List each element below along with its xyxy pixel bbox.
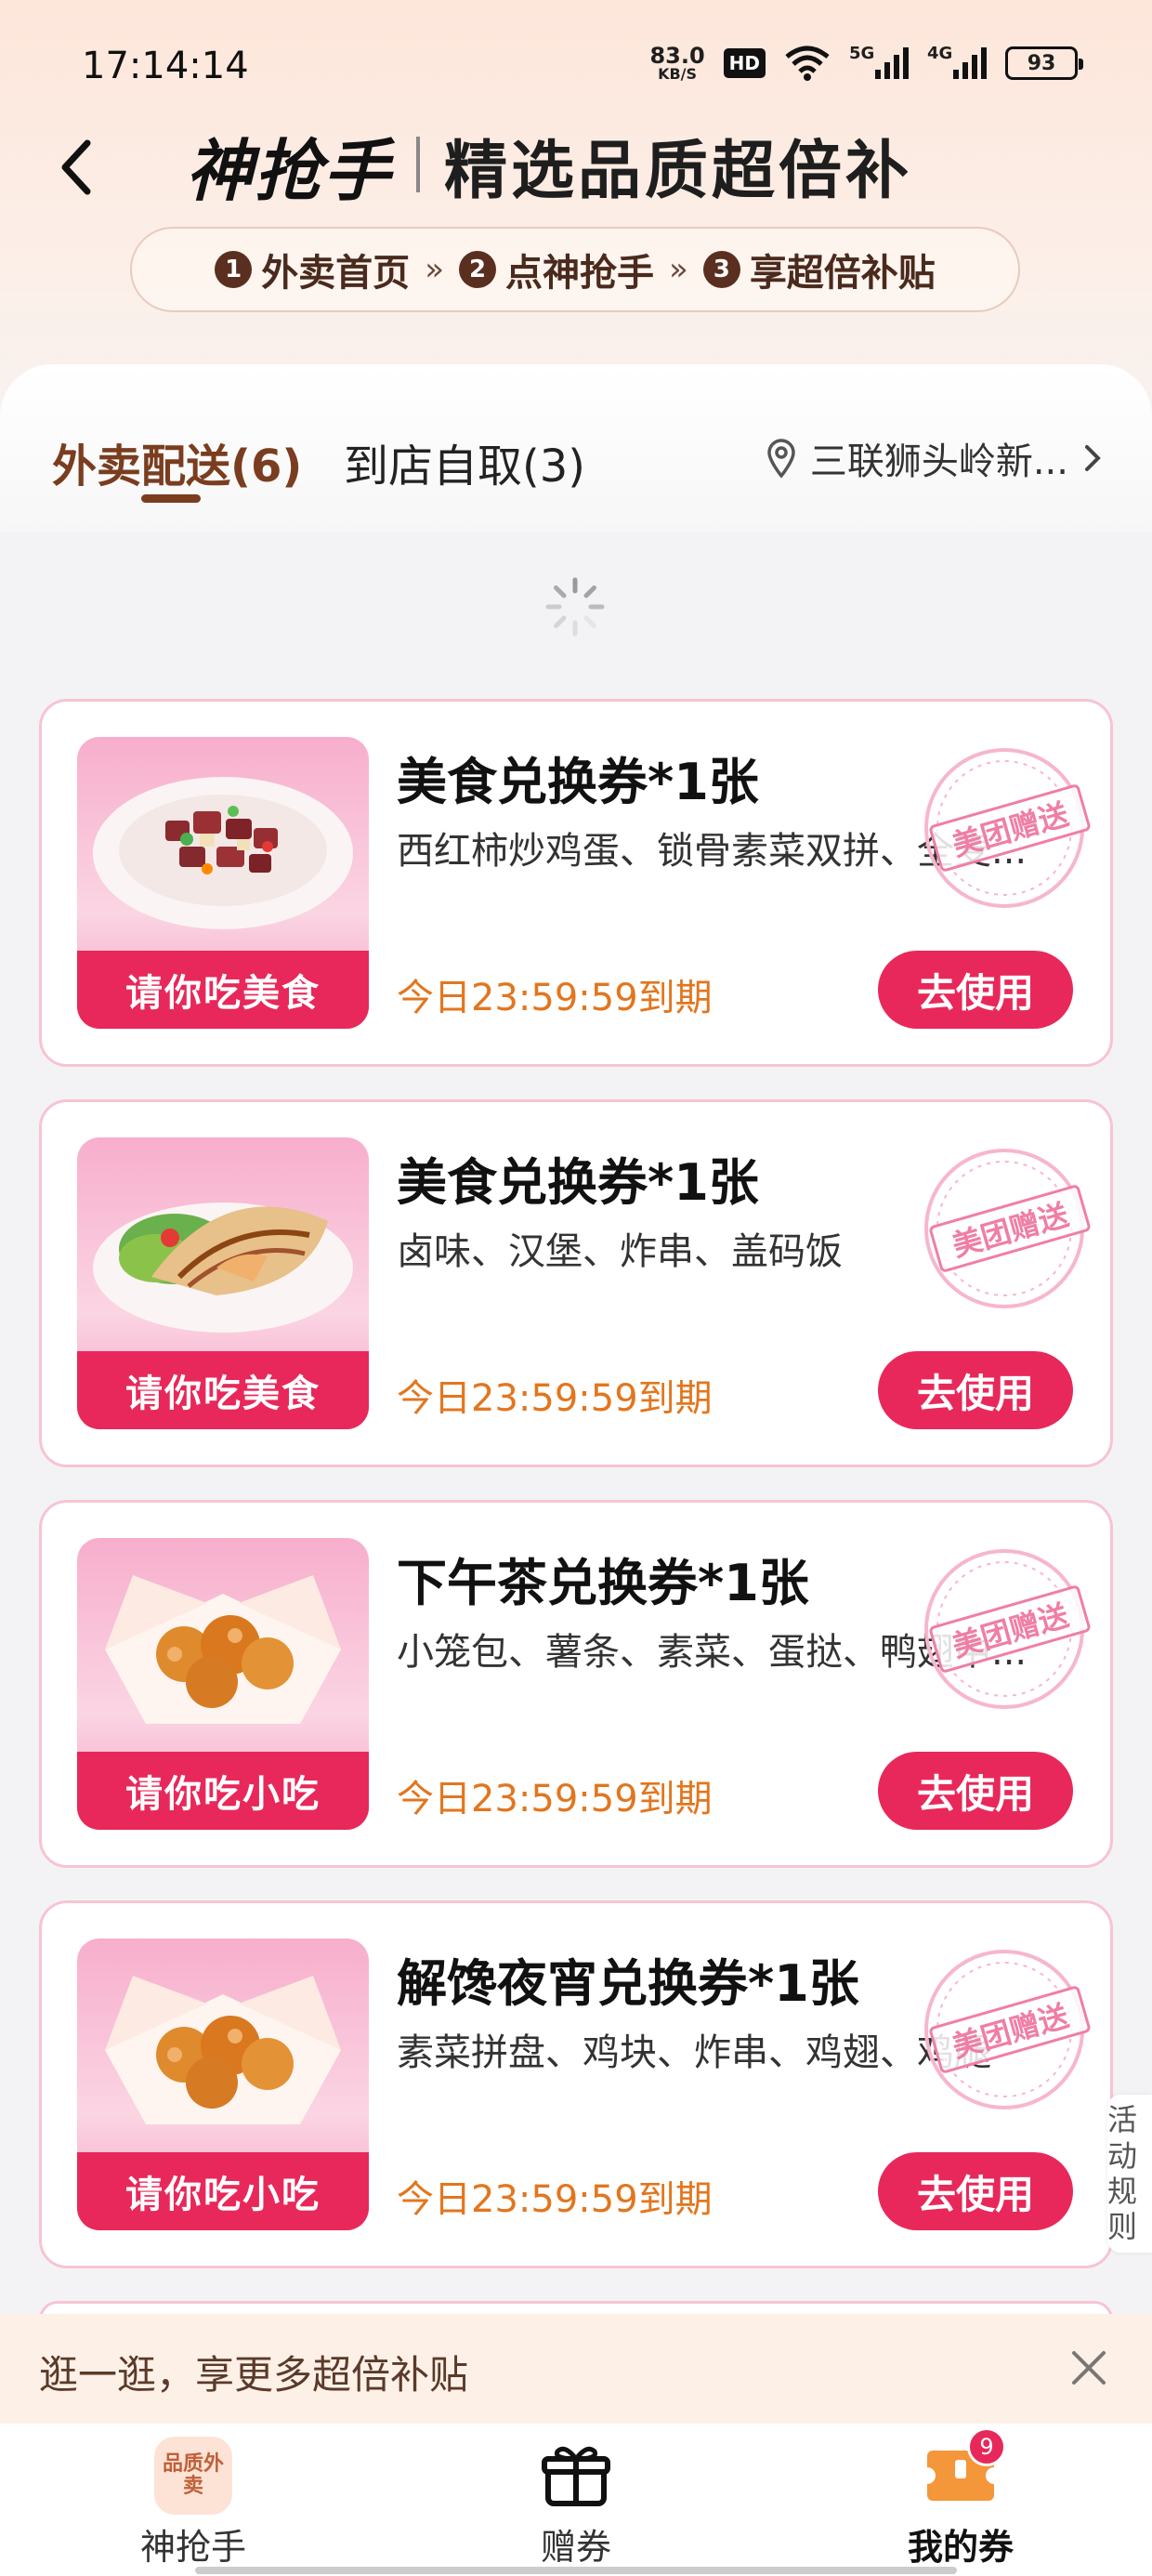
coupon-card: 请你吃美食 美食兑换券*1张 卤味、汉堡、炸串、盖码饭 今日23:59:59到期… (39, 1099, 1113, 1467)
signal-4g: 4G (927, 44, 987, 79)
coupon-expiry: 今日23:59:59到期 (397, 977, 713, 1019)
step-2-number: 2 (459, 251, 496, 288)
use-coupon-button[interactable]: 去使用 (878, 1752, 1073, 1830)
net-speed: 83.0 KB/S (649, 45, 704, 82)
use-coupon-button[interactable]: 去使用 (878, 1351, 1073, 1429)
step-1-number: 1 (215, 251, 253, 288)
step-arrow-icon: » (425, 251, 444, 288)
step-3-label: 享超倍补贴 (749, 252, 936, 295)
back-button[interactable] (48, 130, 104, 204)
brand-divider (416, 137, 421, 192)
close-icon (1072, 2351, 1106, 2385)
net-speed-value: 83.0 (649, 43, 705, 69)
step-2: 2 点神抢手 (459, 243, 654, 296)
close-button[interactable] (1059, 2338, 1119, 2398)
coupon-thumb-label: 请你吃小吃 (77, 2152, 369, 2230)
tab-pickup[interactable]: 到店自取(3) (344, 429, 585, 494)
promo-text: 逛一逛，享更多超倍补贴 (39, 2352, 469, 2398)
quality-takeout-icon: 品质外卖 (151, 2437, 235, 2515)
location-pin-icon (767, 439, 795, 478)
wifi-icon (785, 46, 830, 81)
brand-header: 神抢手 精选品质超倍补 (186, 123, 912, 210)
nav-item-shenqiangshou[interactable]: 品质外卖 神抢手 (72, 2437, 314, 2576)
quality-takeout-icon-text: 品质外卖 (154, 2437, 232, 2515)
food-plate-image (93, 777, 353, 929)
battery-icon: 93 (1005, 46, 1083, 80)
promo-bar[interactable]: 逛一逛，享更多超倍补贴 (0, 2314, 1152, 2424)
nav-label: 我的券 (907, 2527, 1014, 2568)
tab-delivery[interactable]: 外卖配送(6) (52, 429, 302, 494)
nav-label: 神抢手 (139, 2527, 246, 2568)
net-speed-unit: KB/S (658, 65, 698, 83)
nav-item-gift-coupon[interactable]: 赠券 (455, 2437, 697, 2576)
status-time: 17:14:14 (82, 45, 249, 87)
meituan-gift-stamp: 美团赠送 (919, 743, 1092, 913)
steps-guide: 1 外卖首页 » 2 点神抢手 » 3 享超倍补贴 (130, 227, 1020, 312)
nav-item-my-coupons[interactable]: 9 我的券 (840, 2427, 1081, 2576)
nav-label: 赠券 (540, 2527, 611, 2568)
coupon-title: 美食兑换券*1张 (397, 753, 759, 811)
meituan-gift-stamp: 美团赠送 (919, 1544, 1092, 1715)
brand-logo: 神抢手 (186, 131, 393, 210)
coupon-title: 美食兑换券*1张 (397, 1153, 759, 1212)
coupon-thumbnail: 请你吃小吃 (77, 1939, 369, 2230)
nuggets-box-image (105, 1575, 341, 1724)
meituan-gift-stamp: 美团赠送 (919, 1944, 1092, 2115)
status-icons: 83.0 KB/S HD 5G 4G 93 (649, 44, 1083, 82)
step-1: 1 外卖首页 (215, 243, 410, 296)
coupon-thumb-label: 请你吃美食 (77, 951, 369, 1029)
use-coupon-button[interactable]: 去使用 (878, 2152, 1073, 2230)
coupon-thumbnail: 请你吃美食 (77, 737, 369, 1029)
signal-5g: 5G (849, 44, 909, 79)
coupon-card: 请你吃小吃 解馋夜宵兑换券*1张 素菜拼盘、鸡块、炸串、鸡翅、鸡腿 今日23:5… (39, 1900, 1113, 2268)
step-3-number: 3 (702, 251, 740, 288)
location-selector[interactable]: 三联狮头岭新... (766, 431, 1106, 485)
step-1-label: 外卖首页 (261, 252, 411, 295)
meituan-gift-stamp: 美团赠送 (919, 1143, 1092, 1314)
coupon-thumbnail: 请你吃美食 (77, 1137, 369, 1429)
coupon-thumb-label: 请你吃小吃 (77, 1752, 369, 1830)
bottom-nav: 品质外卖 神抢手 赠券 9 我的券 (0, 2424, 1152, 2576)
coupon-thumbnail: 请你吃小吃 (77, 1538, 369, 1830)
page-title: 精选品质超倍补 (444, 134, 913, 208)
chevron-right-icon (1085, 445, 1101, 471)
coupon-expiry: 今日23:59:59到期 (397, 2178, 713, 2221)
use-coupon-button[interactable]: 去使用 (878, 951, 1073, 1029)
step-arrow-icon: » (669, 251, 688, 288)
step-2-label: 点神抢手 (505, 252, 654, 295)
hd-badge: HD (723, 48, 766, 78)
coupon-title: 解馋夜宵兑换券*1张 (397, 1954, 859, 2013)
wrap-food-image (93, 1203, 353, 1333)
signal-4g-label: 4G (927, 44, 953, 63)
back-arrow-icon (61, 139, 91, 195)
coupon-expiry: 今日23:59:59到期 (397, 1778, 713, 1820)
coupon-card: 请你吃小吃 下午茶兑换券*1张 小笼包、薯条、素菜、蛋挞、鸭翅中... 今日23… (39, 1500, 1113, 1868)
tab-header: 外卖配送(6) 到店自取(3) 三联狮头岭新... (0, 364, 1152, 532)
status-bar: 17:14:14 83.0 KB/S HD 5G 4G 93 (0, 0, 1152, 130)
notification-badge: 9 (967, 2427, 1006, 2466)
coupon-card: 请你吃美食 美食兑换券*1张 西红柿炒鸡蛋、锁骨素菜双拼、全麦... 今日23:… (39, 699, 1113, 1067)
coupon-title: 下午茶兑换券*1张 (397, 1554, 809, 1612)
nuggets-box-image (105, 1976, 341, 2124)
home-indicator (195, 2567, 957, 2574)
step-3: 3 享超倍补贴 (702, 243, 936, 296)
location-text: 三联狮头岭新... (809, 440, 1068, 483)
signal-5g-label: 5G (849, 44, 875, 63)
coupon-icon: 9 (919, 2427, 1006, 2515)
loading-spinner-icon (545, 577, 605, 637)
activity-rules-tab[interactable]: 活动规则 (1107, 2095, 1152, 2253)
tab-active-indicator (141, 494, 201, 503)
coupon-expiry: 今日23:59:59到期 (397, 1377, 713, 1420)
coupon-thumb-label: 请你吃美食 (77, 1351, 369, 1429)
gift-icon (534, 2437, 618, 2515)
